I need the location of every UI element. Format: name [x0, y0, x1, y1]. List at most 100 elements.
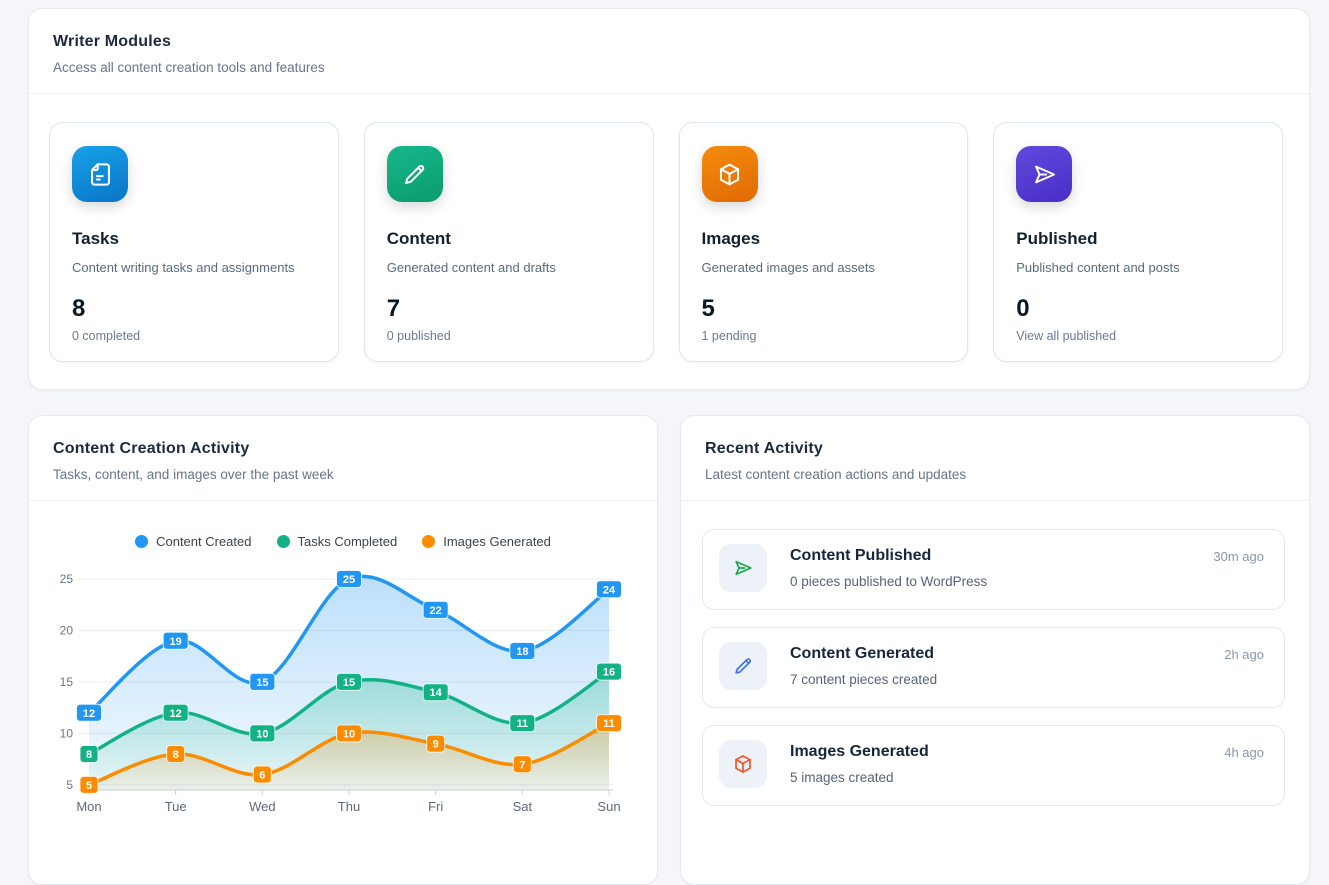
svg-text:25: 25: [343, 574, 355, 586]
activity-item-content-published[interactable]: Content Published 0 pieces published to …: [702, 529, 1285, 610]
svg-text:15: 15: [256, 677, 268, 689]
send-icon: [1016, 146, 1072, 202]
svg-text:12: 12: [170, 708, 182, 720]
recent-panel-header: Recent Activity Latest content creation …: [681, 416, 1309, 501]
svg-text:6: 6: [259, 770, 265, 782]
svg-text:20: 20: [60, 623, 74, 637]
content-creation-activity-panel: Content Creation Activity Tasks, content…: [28, 415, 658, 885]
activity-timestamp: 30m ago: [1213, 544, 1264, 564]
activity-description: 7 content pieces created: [790, 672, 1201, 687]
svg-text:18: 18: [516, 646, 528, 658]
svg-text:10: 10: [343, 728, 355, 740]
svg-text:9: 9: [433, 739, 439, 751]
cube-icon: [702, 146, 758, 202]
chart-legend: Content Created Tasks Completed Images Gen…: [29, 534, 657, 549]
pencil-icon: [719, 642, 767, 690]
cube-icon: [719, 740, 767, 788]
legend-label: Content Created: [156, 534, 251, 549]
svg-text:10: 10: [60, 726, 74, 740]
svg-text:5: 5: [66, 778, 73, 792]
writer-modules-header: Writer Modules Access all content creati…: [29, 9, 1309, 94]
activity-timestamp: 2h ago: [1224, 642, 1264, 662]
activity-line-chart: 5 10 15 20 25 Mon Tue Wed Thu Fri Sat Sun 12 19 15 25 22…: [29, 557, 659, 829]
module-count: 8: [72, 295, 316, 323]
legend-label: Images Generated: [443, 534, 551, 549]
module-count: 5: [702, 295, 946, 323]
module-title: Published: [1016, 229, 1260, 249]
legend-item-1[interactable]: Tasks Completed: [277, 534, 398, 549]
module-card-images[interactable]: Images Generated images and assets 5 1 p…: [679, 122, 969, 362]
chart-panel-subtitle: Tasks, content, and images over the past…: [53, 467, 633, 482]
activity-description: 5 images created: [790, 770, 1201, 785]
activity-body: Content Generated 7 content pieces creat…: [790, 642, 1201, 687]
legend-dot-icon: [135, 535, 148, 548]
svg-text:8: 8: [173, 749, 179, 761]
modules-grid: Tasks Content writing tasks and assignme…: [29, 94, 1309, 362]
legend-item-0[interactable]: Content Created: [135, 534, 251, 549]
svg-text:Fri: Fri: [428, 799, 443, 814]
svg-text:14: 14: [430, 687, 443, 699]
legend-label: Tasks Completed: [298, 534, 398, 549]
activity-title: Content Generated: [790, 645, 1201, 663]
module-card-tasks[interactable]: Tasks Content writing tasks and assignme…: [49, 122, 339, 362]
module-description: Published content and posts: [1016, 260, 1260, 275]
svg-text:10: 10: [256, 728, 268, 740]
activity-title: Content Published: [790, 547, 1190, 565]
pencil-icon: [387, 146, 443, 202]
recent-activity-list: Content Published 0 pieces published to …: [681, 501, 1309, 806]
svg-text:12: 12: [83, 708, 95, 720]
activity-timestamp: 4h ago: [1224, 740, 1264, 760]
module-title: Images: [702, 229, 946, 249]
svg-text:24: 24: [603, 584, 616, 596]
send-icon: [719, 544, 767, 592]
svg-text:Mon: Mon: [76, 799, 101, 814]
svg-text:8: 8: [86, 749, 92, 761]
module-description: Content writing tasks and assignments: [72, 260, 316, 275]
activity-description: 0 pieces published to WordPress: [790, 574, 1190, 589]
module-subtext: 1 pending: [702, 329, 946, 343]
svg-text:19: 19: [170, 636, 182, 648]
writer-modules-panel: Writer Modules Access all content creati…: [28, 8, 1310, 390]
activity-title: Images Generated: [790, 743, 1201, 761]
legend-dot-icon: [277, 535, 290, 548]
svg-text:15: 15: [343, 677, 355, 689]
svg-text:Tue: Tue: [165, 799, 187, 814]
svg-text:11: 11: [603, 718, 615, 730]
activity-body: Images Generated 5 images created: [790, 740, 1201, 785]
module-subtext: View all published: [1016, 329, 1260, 343]
chart-panel-title: Content Creation Activity: [53, 440, 633, 458]
svg-text:15: 15: [60, 675, 74, 689]
module-title: Content: [387, 229, 631, 249]
module-subtext: 0 published: [387, 329, 631, 343]
module-description: Generated images and assets: [702, 260, 946, 275]
module-description: Generated content and drafts: [387, 260, 631, 275]
module-card-content[interactable]: Content Generated content and drafts 7 0…: [364, 122, 654, 362]
module-count: 7: [387, 295, 631, 323]
svg-text:11: 11: [517, 718, 529, 730]
page-subtitle: Access all content creation tools and fe…: [53, 60, 1285, 75]
module-subtext: 0 completed: [72, 329, 316, 343]
svg-text:25: 25: [60, 572, 74, 586]
recent-panel-title: Recent Activity: [705, 440, 1285, 458]
module-title: Tasks: [72, 229, 316, 249]
legend-item-2[interactable]: Images Generated: [422, 534, 551, 549]
svg-text:7: 7: [519, 759, 525, 771]
svg-text:Sat: Sat: [513, 799, 533, 814]
legend-dot-icon: [422, 535, 435, 548]
module-count: 0: [1016, 295, 1260, 323]
svg-text:Sun: Sun: [597, 799, 620, 814]
svg-text:5: 5: [86, 780, 92, 792]
activity-item-images-generated[interactable]: Images Generated 5 images created 4h ago: [702, 725, 1285, 806]
svg-text:22: 22: [430, 605, 442, 617]
page-title: Writer Modules: [53, 33, 1285, 51]
svg-text:16: 16: [603, 667, 615, 679]
recent-activity-panel: Recent Activity Latest content creation …: [680, 415, 1310, 885]
chart-panel-header: Content Creation Activity Tasks, content…: [29, 416, 657, 501]
file-text-icon: [72, 146, 128, 202]
svg-text:Thu: Thu: [338, 799, 360, 814]
activity-item-content-generated[interactable]: Content Generated 7 content pieces creat…: [702, 627, 1285, 708]
recent-panel-subtitle: Latest content creation actions and upda…: [705, 467, 1285, 482]
module-card-published[interactable]: Published Published content and posts 0 …: [993, 122, 1283, 362]
activity-body: Content Published 0 pieces published to …: [790, 544, 1190, 589]
svg-text:Wed: Wed: [249, 799, 276, 814]
